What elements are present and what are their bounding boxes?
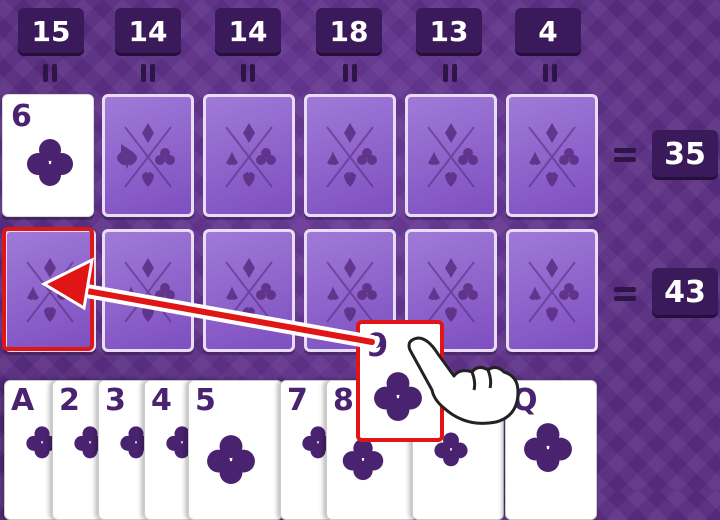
game-board: 15 14 14 18 13 4 35 43 6 A 2 3 4 5 7 8 1… [0,0,720,520]
pointing-hand-icon [407,336,520,425]
drag-arrow-icon [40,257,379,349]
